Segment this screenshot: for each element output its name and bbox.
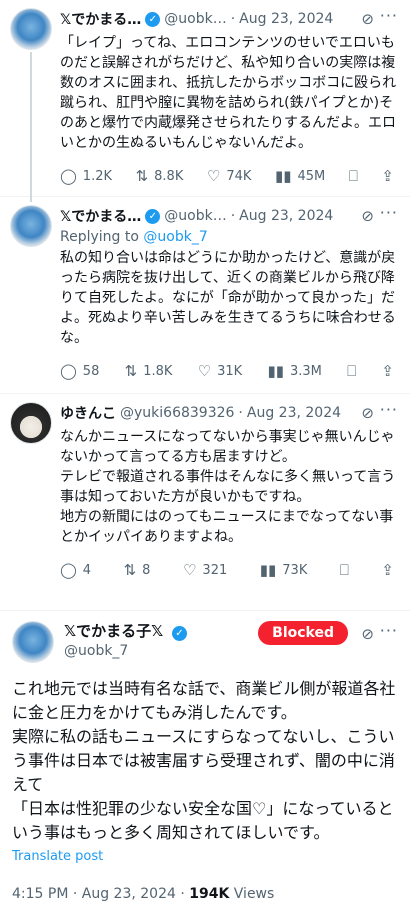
reply-count: 4: [82, 562, 92, 578]
display-name[interactable]: 𝕏でかまる…: [60, 206, 141, 226]
repost-count: 8: [142, 562, 151, 578]
reply-button[interactable]: ◯ 1.2K: [60, 167, 112, 185]
tweet-header: 𝕏でかまる… ✓ @uobk… · Aug 23, 2024: [60, 8, 398, 30]
tweet-header: ゆきんこ @yuki66839326 · Aug 23, 2024: [60, 402, 398, 424]
focused-tweet: 𝕏でかまる子𝕏 ✓ @uobk_7 Blocked ⊘ ··· これ地元では当時…: [0, 611, 410, 902]
tweet[interactable]: 𝕏でかまる… ✓ @uobk… · Aug 23, 2024 ⊘ ··· Rep…: [0, 197, 410, 394]
avatar[interactable]: [12, 621, 54, 663]
reply-icon: ◯: [60, 561, 77, 579]
like-icon: ♡: [182, 561, 197, 579]
tweet-text: なんかニュースになってないから事実じゃ無いんじゃないかって言ってる方も居ますけど…: [60, 429, 396, 545]
avatar[interactable]: [10, 205, 52, 247]
tweet-text: これ地元では当時有名な話で、商業ビル側が報道各社に金と圧力をかけてもみ消したんで…: [12, 679, 396, 842]
timestamp[interactable]: Aug 23, 2024: [239, 208, 333, 224]
action-bar: ◯ 4 ⇅ 8 ♡ 321 ▮▮ 73K ⎕ ⇪: [60, 553, 398, 587]
repost-button[interactable]: ⇅ 8.8K: [136, 167, 184, 185]
timestamp[interactable]: Aug 23, 2024: [239, 11, 333, 27]
views-button[interactable]: ▮▮ 45M: [275, 167, 325, 185]
separator-dot: ·: [230, 11, 236, 27]
reply-button[interactable]: ◯ 4: [60, 561, 91, 579]
more-icon[interactable]: ···: [380, 621, 398, 640]
more-icon[interactable]: ···: [380, 203, 398, 222]
share-icon[interactable]: ⇪: [381, 167, 394, 185]
repost-icon: ⇅: [135, 167, 149, 185]
grok-icon[interactable]: ⊘: [361, 625, 374, 643]
replying-prefix: Replying to: [60, 229, 139, 245]
translate-link[interactable]: Translate post: [12, 849, 398, 864]
like-count: 74K: [226, 168, 252, 184]
views-button[interactable]: ▮▮ 73K: [260, 561, 308, 579]
display-name[interactable]: ゆきんこ: [60, 403, 116, 423]
bookmark-icon[interactable]: ⎕: [347, 362, 356, 380]
reply-count: 1.2K: [82, 168, 112, 184]
bookmark-icon[interactable]: ⎕: [340, 561, 349, 579]
tweet[interactable]: 𝕏でかまる… ✓ @uobk… · Aug 23, 2024 ⊘ ··· 「レイ…: [0, 0, 410, 202]
more-icon[interactable]: ···: [380, 400, 398, 419]
like-icon: ♡: [206, 167, 221, 185]
like-button[interactable]: ♡ 31K: [198, 362, 243, 380]
reply-icon: ◯: [60, 362, 77, 380]
repost-icon: ⇅: [124, 362, 138, 380]
display-name[interactable]: 𝕏でかまる…: [60, 9, 141, 29]
reply-button[interactable]: ◯ 58: [60, 362, 99, 380]
separator-dot: ·: [230, 208, 236, 224]
like-icon: ♡: [197, 362, 212, 380]
separator-dot: ·: [238, 405, 243, 421]
author-block: 𝕏でかまる子𝕏 ✓ @uobk_7: [64, 621, 191, 661]
views-icon: ▮▮: [259, 561, 277, 579]
action-bar: ◯ 58 ⇅ 1.8K ♡ 31K ▮▮ 3.3M ⎕ ⇪: [60, 354, 398, 388]
verified-badge-icon: ✓: [171, 626, 187, 641]
share-icon[interactable]: ⇪: [381, 561, 394, 579]
views-icon: ▮▮: [267, 362, 284, 380]
verified-badge-icon: ✓: [145, 11, 161, 27]
share-icon[interactable]: ⇪: [381, 362, 394, 380]
reply-icon: ◯: [60, 167, 77, 185]
replying-to-link[interactable]: @uobk_7: [143, 229, 207, 245]
replying-to: Replying to @uobk_7: [60, 229, 398, 245]
handle[interactable]: @uobk_7: [64, 641, 191, 661]
tweet-header: 𝕏でかまる… ✓ @uobk… · Aug 23, 2024: [60, 205, 398, 227]
thread-line: [30, 52, 32, 202]
views-button[interactable]: ▮▮ 3.3M: [267, 362, 321, 380]
handle[interactable]: @yuki66839326: [120, 405, 234, 421]
handle[interactable]: @uobk…: [164, 11, 226, 27]
tweet-text: 「レイプ」ってね、エロコンテンツのせいでエロいものだと誤解されがちだけど、私や知…: [60, 35, 397, 151]
views-count: 45M: [297, 168, 326, 184]
repost-count: 1.8K: [143, 363, 173, 379]
like-count: 321: [202, 562, 228, 578]
verified-badge-icon: ✓: [145, 208, 161, 224]
like-button[interactable]: ♡ 74K: [207, 167, 252, 185]
bookmark-icon[interactable]: ⎕: [349, 167, 358, 185]
blocked-button[interactable]: Blocked: [258, 621, 348, 645]
timestamp[interactable]: Aug 23, 2024: [247, 405, 341, 421]
repost-count: 8.8K: [154, 168, 184, 184]
reply-count: 58: [82, 363, 100, 379]
display-name[interactable]: 𝕏でかまる子𝕏: [64, 622, 163, 640]
avatar[interactable]: [10, 8, 52, 50]
views-count: 73K: [282, 562, 308, 578]
tweet-text: 私の知り合いは命はどうにか助かったけど、意識が戻ったら病院を抜け出して、近くの商…: [60, 250, 396, 346]
avatar[interactable]: [10, 402, 52, 444]
tweet[interactable]: ゆきんこ @yuki66839326 · Aug 23, 2024 ⊘ ··· …: [0, 394, 410, 611]
action-bar: ◯ 1.2K ⇅ 8.8K ♡ 74K ▮▮ 45M ⎕ ⇪: [60, 159, 398, 193]
repost-button[interactable]: ⇅ 8: [124, 561, 151, 579]
more-icon[interactable]: ···: [380, 6, 398, 25]
views-count: 3.3M: [289, 363, 322, 379]
repost-icon: ⇅: [123, 561, 137, 579]
repost-button[interactable]: ⇅ 1.8K: [125, 362, 173, 380]
grok-icon[interactable]: ⊘: [361, 207, 374, 225]
like-count: 31K: [217, 363, 243, 379]
handle[interactable]: @uobk…: [164, 208, 226, 224]
grok-icon[interactable]: ⊘: [361, 404, 374, 422]
grok-icon[interactable]: ⊘: [361, 10, 374, 28]
like-button[interactable]: ♡ 321: [183, 561, 227, 579]
views-icon: ▮▮: [275, 167, 292, 185]
